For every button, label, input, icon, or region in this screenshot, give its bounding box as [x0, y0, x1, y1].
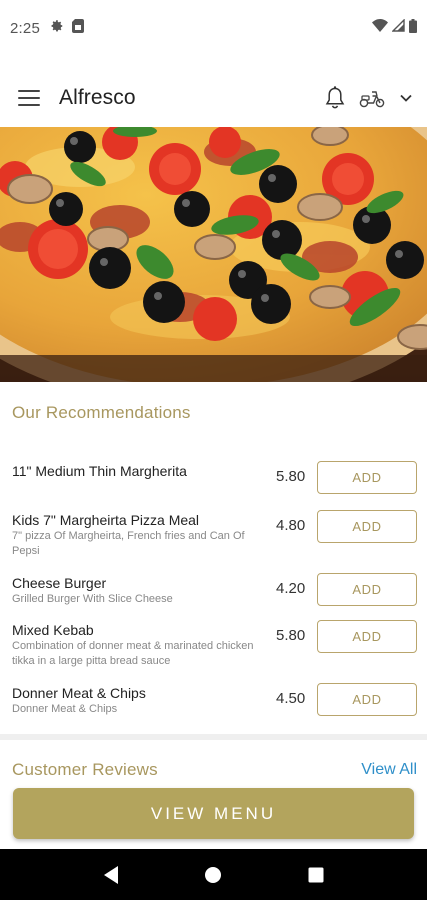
status-right-icons: [372, 18, 417, 38]
gear-icon: [50, 19, 64, 38]
status-left-icons: [50, 18, 84, 38]
menu-icon[interactable]: [18, 90, 40, 106]
chevron-down-icon[interactable]: [399, 93, 413, 103]
item-name: Cheese Burger: [12, 575, 107, 591]
bell-icon[interactable]: [325, 86, 345, 110]
scooter-icon[interactable]: [359, 88, 385, 108]
app-title: Alfresco: [59, 86, 136, 109]
item-name: Kids 7" Margheirta Pizza Meal: [12, 512, 200, 528]
battery-icon: [409, 18, 417, 38]
reviews-title: Customer Reviews: [12, 760, 158, 779]
item-description: 7" pizza Of Margheirta, French fries and…: [12, 530, 245, 557]
view-all-link[interactable]: View All: [361, 761, 417, 779]
app-bar: Alfresco: [0, 70, 427, 126]
signal-icon: [391, 18, 405, 37]
view-menu-button[interactable]: VIEW MENU: [13, 788, 414, 839]
status-time: 2:25: [10, 19, 40, 37]
add-button[interactable]: ADD: [317, 461, 417, 494]
add-button[interactable]: ADD: [317, 510, 417, 543]
add-button[interactable]: ADD: [317, 683, 417, 716]
recommendations-title: Our Recommendations: [12, 403, 191, 422]
hero-pizza-image: [0, 127, 427, 382]
sim-card-icon: [72, 18, 84, 38]
add-button[interactable]: ADD: [317, 573, 417, 606]
item-name: 11" Medium Thin Margherita: [12, 463, 187, 479]
wifi-icon: [372, 19, 388, 37]
item-price: 5.80: [276, 627, 306, 644]
item-name: Donner Meat & Chips: [12, 685, 146, 701]
status-bar: 2:25: [0, 0, 427, 56]
add-button[interactable]: ADD: [317, 620, 417, 653]
item-description: Grilled Burger With Slice Cheese: [12, 593, 173, 605]
app-actions: [325, 86, 413, 110]
item-price: 5.80: [276, 468, 306, 485]
recents-icon[interactable]: [296, 855, 336, 895]
section-divider: [0, 734, 427, 740]
item-description: Donner Meat & Chips: [12, 703, 118, 715]
item-price: 4.50: [276, 690, 306, 707]
item-price: 4.80: [276, 517, 306, 534]
item-name: Mixed Kebab: [12, 622, 94, 638]
item-description: Combination of donner meat & marinated c…: [12, 640, 254, 667]
system-nav-bar: [0, 849, 427, 900]
back-icon[interactable]: [91, 855, 131, 895]
home-icon[interactable]: [193, 855, 233, 895]
item-price: 4.20: [276, 580, 306, 597]
